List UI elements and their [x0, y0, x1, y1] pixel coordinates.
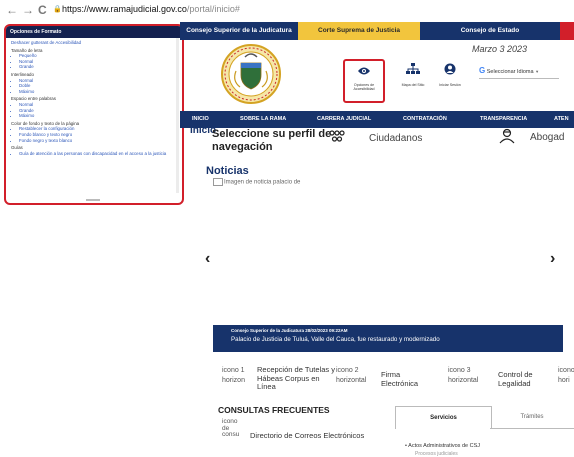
sitemap-label: Mapa del Sitio — [401, 83, 425, 87]
news-banner[interactable]: Consejo Superior de la Judicatura 28/02/… — [213, 325, 563, 352]
accessibility-options-label: Opciones de Accesibilidad — [353, 83, 375, 92]
toplink-corte-suprema[interactable]: Corte Suprema de Justicia — [298, 22, 420, 40]
chevron-down-icon: ▼ — [535, 69, 540, 74]
font-large-option[interactable]: Grande — [19, 64, 177, 70]
menu-item-sobre-la-rama[interactable]: SOBRE LA RAMA — [240, 111, 286, 128]
profile-ciudadanos-label: Ciudadanos — [369, 133, 423, 144]
profile-ciudadanos[interactable]: Ciudadanos — [328, 130, 422, 149]
spacing-max-option[interactable]: Máximo — [19, 89, 177, 95]
menu-item-atencion[interactable]: ATEN — [554, 111, 569, 128]
quicklink-icon-1: icono 1 horizon — [222, 367, 245, 384]
carousel-prev-arrow[interactable]: ‹ — [205, 250, 210, 268]
tab-servicios[interactable]: Servicios — [395, 406, 492, 429]
email-directory-link[interactable]: Directorio de Correos Electrónicos — [250, 431, 364, 441]
login-button[interactable]: Iniciar Sesión — [430, 61, 470, 101]
lawyer-icon — [499, 128, 515, 144]
broken-image-icon — [213, 178, 223, 186]
color-black-bg-option[interactable]: Fondo negro y texto blanco — [19, 138, 177, 144]
profile-abogados-label: Abogad — [530, 132, 565, 143]
guide-disability-link[interactable]: Guía de atención a las personas con disc… — [19, 151, 177, 157]
main-navigation: INICIO SOBRE LA RAMA CARRERA JUDICIAL CO… — [180, 111, 574, 128]
menu-item-carrera-judicial[interactable]: CARRERA JUDICIAL — [317, 111, 371, 128]
quicklink-firma-electronica[interactable]: Firma Electrónica — [381, 370, 425, 388]
lock-icon: 🔒 — [53, 6, 62, 13]
people-group-icon — [329, 130, 345, 142]
eye-icon — [344, 64, 384, 79]
quicklink-tutelas[interactable]: Recepción de Tutelas y Hábeas Corpus en … — [257, 365, 337, 392]
quicklink-control-legalidad[interactable]: Control de Legalidad — [498, 370, 546, 388]
reload-button[interactable]: C — [38, 3, 47, 17]
reset-accessibility-link[interactable]: Deshacer gutterant de Accesibilidad — [11, 40, 177, 46]
toplink-consejo-estado[interactable]: Consejo de Estado — [420, 22, 560, 40]
browser-toolbar: ← → C 🔒 https://www.ramajudicial.gov.co/… — [0, 0, 574, 22]
quicklink-icon-4: icono hori — [558, 367, 574, 384]
user-icon — [430, 63, 470, 78]
news-image-alt: Imagen de noticia palacio de — [224, 179, 301, 186]
news-heading: Noticias — [206, 165, 249, 177]
panel-scrollbar[interactable] — [176, 38, 179, 193]
profile-abogados[interactable]: Abogad — [498, 128, 564, 149]
panel-resize-handle[interactable] — [86, 199, 100, 201]
service-list-item-2[interactable]: Procesos judiciales — [415, 451, 458, 457]
word-max-option[interactable]: Máximo — [19, 113, 177, 119]
back-button[interactable]: ← — [6, 3, 18, 17]
sitemap-icon — [393, 63, 433, 78]
menu-item-contratacion[interactable]: CONTRATACIÓN — [403, 111, 447, 128]
frequent-queries-heading: CONSULTAS FRECUENTES — [218, 405, 330, 415]
menu-item-transparencia[interactable]: TRANSPARENCIA — [480, 111, 527, 128]
language-selector-label: Seleccionar Idioma — [486, 69, 534, 75]
profile-selector-title: Seleccione su perfil de navegación — [212, 128, 332, 153]
address-bar[interactable]: https://www.ramajudicial.gov.co/portal/i… — [62, 4, 240, 14]
service-list-item[interactable]: • Actos Administrativos de CSJ — [405, 443, 480, 449]
forward-button[interactable]: → — [22, 3, 34, 17]
news-image-placeholder[interactable]: Imagen de noticia palacio de — [213, 178, 300, 186]
language-selector[interactable]: G Seleccionar Idioma ▼ — [479, 66, 559, 79]
toplink-consejo-superior[interactable]: Consejo Superior de la Judicatura — [180, 22, 298, 40]
panel-title: Opciones de Formato — [6, 26, 182, 38]
accessibility-options-button[interactable]: Opciones de Accesibilidad — [343, 59, 385, 103]
accessibility-options-panel: Opciones de Formato Deshacer gutterant d… — [4, 24, 184, 205]
queries-icon: icono de consu — [222, 418, 240, 438]
rama-judicial-seal-logo[interactable] — [218, 43, 284, 105]
news-banner-meta: Consejo Superior de la Judicatura 28/02/… — [231, 328, 348, 333]
news-banner-title: Palacio de Justicia de Tuluá, Valle del … — [231, 336, 440, 343]
login-label: Iniciar Sesión — [439, 83, 461, 87]
sitemap-button[interactable]: Mapa del Sitio — [393, 61, 433, 101]
google-translate-icon: G — [479, 66, 486, 75]
current-date: Marzo 3 2023 — [472, 44, 528, 54]
carousel-next-arrow[interactable]: › — [550, 250, 555, 268]
quicklink-icon-3: icono 3 horizontal — [448, 367, 479, 384]
toplink-more[interactable] — [560, 22, 574, 40]
quicklink-icon-2: icono 2 horizontal — [336, 367, 367, 384]
tab-tramites[interactable]: Trámites — [490, 406, 574, 429]
